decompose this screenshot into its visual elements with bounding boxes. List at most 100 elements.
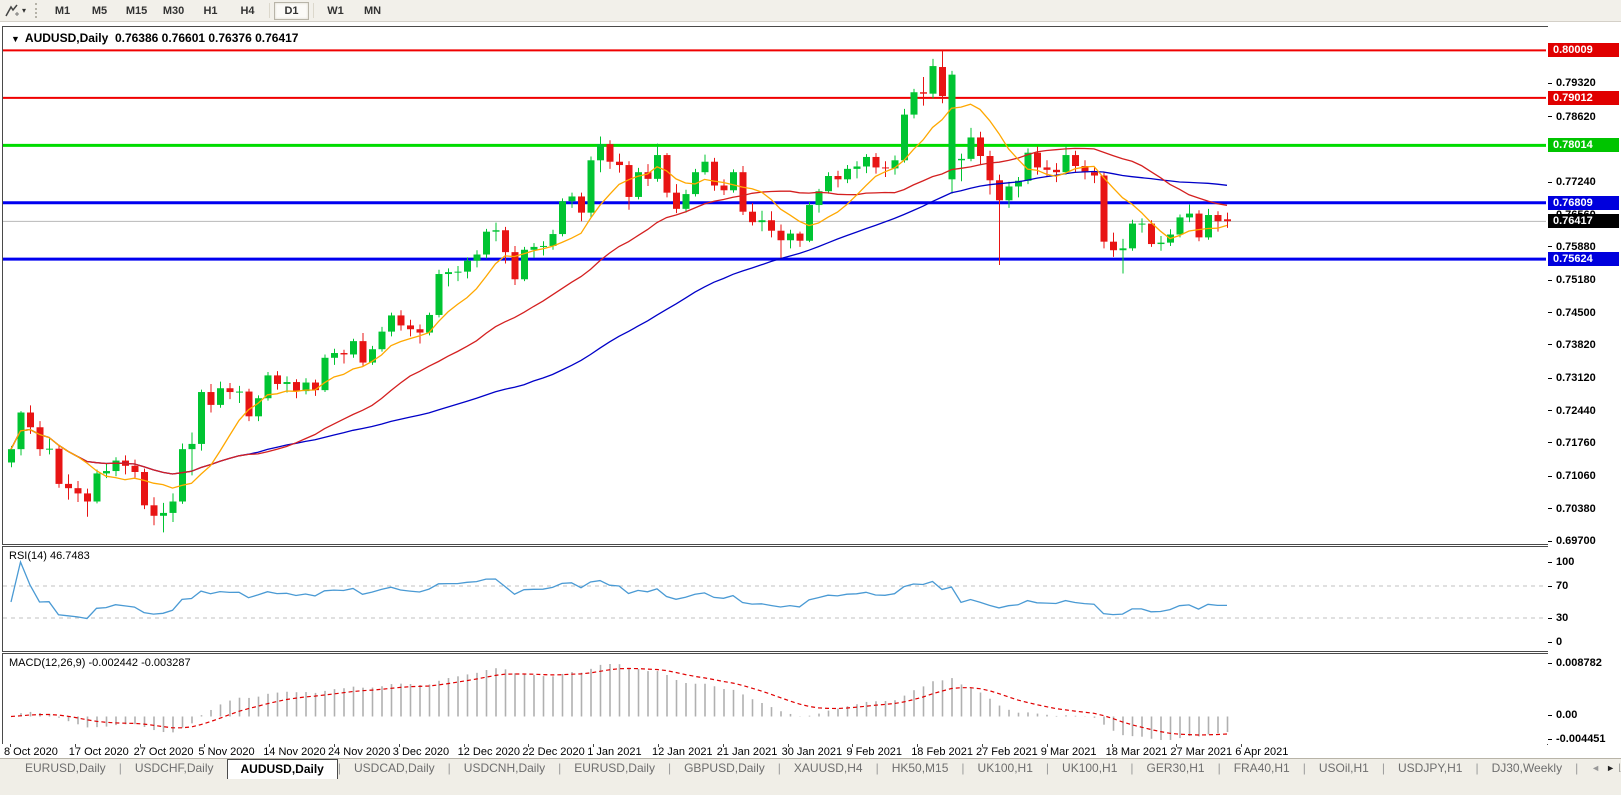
chart-tab-HK50-M15[interactable]: HK50,M15: [879, 759, 962, 779]
date-label: 9 Feb 2021: [846, 746, 902, 758]
chart-tab-AUDUSD-Daily[interactable]: AUDUSD,Daily: [227, 759, 338, 779]
candle-body: [939, 67, 946, 96]
candle-body: [1186, 214, 1193, 218]
cursor-tool-button[interactable]: ▾: [0, 0, 30, 21]
candle-body: [293, 382, 300, 391]
triangle-down-icon: ▼: [11, 34, 20, 44]
candle-body: [1034, 153, 1041, 168]
timeframe-button-M30[interactable]: M30: [156, 2, 191, 20]
chevron-down-icon[interactable]: ▾: [22, 6, 26, 15]
chart-symbol-label: AUDUSD,Daily: [25, 31, 108, 45]
timeframe-button-H4[interactable]: H4: [230, 2, 265, 20]
date-label: 27 Oct 2020: [134, 746, 194, 758]
candle-body: [616, 162, 623, 165]
main-chart-pane[interactable]: ▼AUDUSD,Daily 0.76386 0.76601 0.76376 0.…: [2, 26, 1549, 545]
macd-tick-mark: [1548, 663, 1552, 664]
rsi-tick-label: 0: [1556, 635, 1562, 649]
candle-body: [863, 157, 870, 167]
price-level-badge: 0.80009: [1548, 43, 1619, 57]
chart-tab-FRA40-H1[interactable]: FRA40,H1: [1221, 759, 1303, 779]
candle-body: [1205, 215, 1212, 237]
timeframe-button-M5[interactable]: M5: [82, 2, 117, 20]
date-label: 22 Dec 2020: [522, 746, 584, 758]
date-label: 1 Jan 2021: [587, 746, 641, 758]
candle-body: [94, 473, 101, 501]
price-level-badge: 0.76809: [1548, 196, 1619, 210]
timeframe-button-D1[interactable]: D1: [274, 2, 309, 20]
toolbar-grip-handle[interactable]: [35, 3, 37, 18]
candle-body: [778, 231, 785, 241]
candle-body: [398, 315, 405, 325]
candle-body: [540, 246, 547, 247]
timeframe-button-H1[interactable]: H1: [193, 2, 228, 20]
candlestick-chart[interactable]: [3, 27, 1546, 542]
macd-indicator-pane[interactable]: MACD(12,26,9) -0.002442 -0.003287: [2, 653, 1549, 745]
chart-tab-EURUSD-Daily[interactable]: EURUSD,Daily: [561, 759, 668, 779]
candle-body: [1120, 248, 1127, 250]
candle-body: [559, 201, 566, 234]
candle-body: [322, 358, 329, 390]
rsi-indicator-pane[interactable]: RSI(14) 46.7483: [2, 546, 1549, 652]
date-label: 17 Oct 2020: [69, 746, 129, 758]
candle-body: [550, 234, 557, 246]
candle-body: [208, 392, 215, 405]
candle-body: [217, 388, 224, 405]
price-level-badge: 0.75624: [1548, 252, 1619, 266]
chart-tab-DJ30-Weekly[interactable]: DJ30,Weekly: [1479, 759, 1575, 779]
macd-chart[interactable]: [3, 654, 1546, 742]
candle-body: [958, 159, 965, 160]
chart-tab-USDJPY-H1[interactable]: USDJPY,H1: [1385, 759, 1475, 779]
candle-body: [236, 392, 243, 393]
rsi-chart[interactable]: [3, 547, 1546, 649]
candle-body: [103, 471, 110, 473]
chart-tab-GER30-H1[interactable]: GER30,H1: [1134, 759, 1218, 779]
current-price-badge: 0.76417: [1548, 214, 1619, 228]
price-axis[interactable]: 0.793200.786200.779400.772400.765600.758…: [1548, 26, 1621, 758]
timeframe-button-M15[interactable]: M15: [119, 2, 154, 20]
candle-body: [749, 212, 756, 222]
chart-tab-XAUUSD-H4[interactable]: XAUUSD,H4: [781, 759, 876, 779]
candle-body: [949, 75, 956, 180]
candle-body: [141, 472, 148, 505]
chart-tab-USOil-H1[interactable]: USOil,H1: [1306, 759, 1382, 779]
timeframe-button-W1[interactable]: W1: [318, 2, 353, 20]
price-tick-label: 0.69700: [1556, 534, 1596, 548]
price-tick-mark: [1548, 182, 1552, 183]
candle-body: [483, 232, 490, 255]
price-tick-mark: [1548, 442, 1552, 443]
price-level-badge: 0.79012: [1548, 91, 1619, 105]
date-label: 6 Apr 2021: [1235, 746, 1288, 758]
candle-body: [360, 341, 367, 362]
date-label: 3 Dec 2020: [393, 746, 449, 758]
candle-body: [683, 194, 690, 209]
chart-tab-UK100-H1[interactable]: UK100,H1: [1049, 759, 1130, 779]
chart-tab-GBPUSD-Daily[interactable]: GBPUSD,Daily: [671, 759, 778, 779]
chart-tab-USDCAD-Daily[interactable]: USDCAD,Daily: [341, 759, 448, 779]
candle-body: [911, 92, 918, 114]
rsi-tick-label: 100: [1556, 555, 1574, 569]
candle-body: [474, 255, 481, 261]
candle-body: [1072, 155, 1079, 166]
rsi-tick-mark: [1548, 642, 1552, 643]
chart-tab-USDCNH-Daily[interactable]: USDCNH,Daily: [451, 759, 558, 779]
toolbar-separator: [269, 3, 270, 18]
candle-body: [901, 115, 908, 161]
candle-body: [768, 220, 775, 230]
date-axis[interactable]: 8 Oct 202017 Oct 202027 Oct 20205 Nov 20…: [2, 744, 1547, 758]
candle-body: [1063, 155, 1070, 172]
timeframe-button-M1[interactable]: M1: [45, 2, 80, 20]
candle-body: [331, 353, 338, 358]
timeframe-button-MN[interactable]: MN: [355, 2, 390, 20]
candle-body: [835, 176, 842, 179]
candle-body: [825, 176, 832, 191]
candle-body: [464, 261, 471, 272]
candle-body: [1110, 242, 1117, 251]
tab-scroll-right-icon[interactable]: ►: [1606, 763, 1615, 773]
price-tick-mark: [1548, 280, 1552, 281]
chart-tab-USDCHF-Daily[interactable]: USDCHF,Daily: [122, 759, 227, 779]
tab-scroll-left-icon[interactable]: ◄: [1591, 763, 1600, 773]
toolbar-separator: [313, 3, 314, 18]
chart-tab-EURUSD-Daily[interactable]: EURUSD,Daily: [12, 759, 119, 779]
candle-body: [968, 137, 975, 158]
chart-tab-UK100-H1[interactable]: UK100,H1: [965, 759, 1046, 779]
